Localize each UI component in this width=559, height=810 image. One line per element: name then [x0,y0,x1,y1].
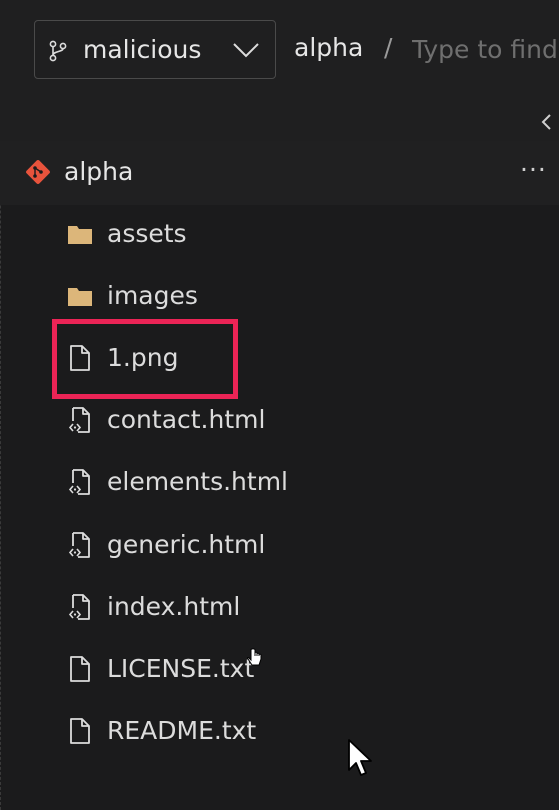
tree-item-label: README.txt [107,716,257,745]
tree-item-label: assets [107,219,187,248]
chevron-down-icon [233,43,259,58]
tree-folder-item[interactable]: images [0,269,559,325]
hand-cursor-icon [247,648,262,666]
branch-selector-button[interactable]: malicious [34,20,276,79]
path-search-input[interactable] [404,24,559,74]
breadcrumb-separator: / [384,33,393,62]
breadcrumb-repo[interactable]: alpha [294,33,363,63]
tree-file-item[interactable]: LICENSE.txt [0,642,559,698]
chevron-left-icon[interactable] [540,113,554,131]
tree-item-label: LICENSE.txt [107,654,255,683]
highlight-annotation [52,319,238,399]
tree-file-item[interactable]: generic.html [0,518,559,574]
tree-folder-item[interactable]: assets [0,207,559,263]
arrow-cursor-icon [348,739,372,776]
tree-file-item[interactable]: README.txt [0,704,559,760]
file-code-icon [68,469,90,495]
file-icon [70,656,90,682]
tree-file-item[interactable]: elements.html [0,455,559,511]
git-branch-icon [49,40,67,62]
tree-item-label: images [107,281,198,310]
more-actions-icon[interactable]: ··· [520,155,547,185]
repo-label: alpha [64,157,134,186]
top-bar: malicious alpha / [0,0,559,102]
file-icon [70,718,90,744]
tree-file-item[interactable]: index.html [0,580,559,636]
tree-item-label: generic.html [107,530,266,559]
file-code-icon [68,407,90,433]
folder-icon [68,226,92,244]
tree-item-label: index.html [107,592,241,621]
git-repo-icon [26,160,50,184]
tree-file-item[interactable]: contact.html [0,393,559,449]
repo-tree-header[interactable]: alpha ··· [0,141,559,205]
file-code-icon [68,532,90,558]
file-code-icon [68,594,90,620]
branch-label: malicious [83,35,202,64]
folder-icon [68,288,92,306]
tree-item-label: elements.html [107,467,289,496]
collapse-row [0,101,559,141]
tree-item-label: contact.html [107,405,266,434]
